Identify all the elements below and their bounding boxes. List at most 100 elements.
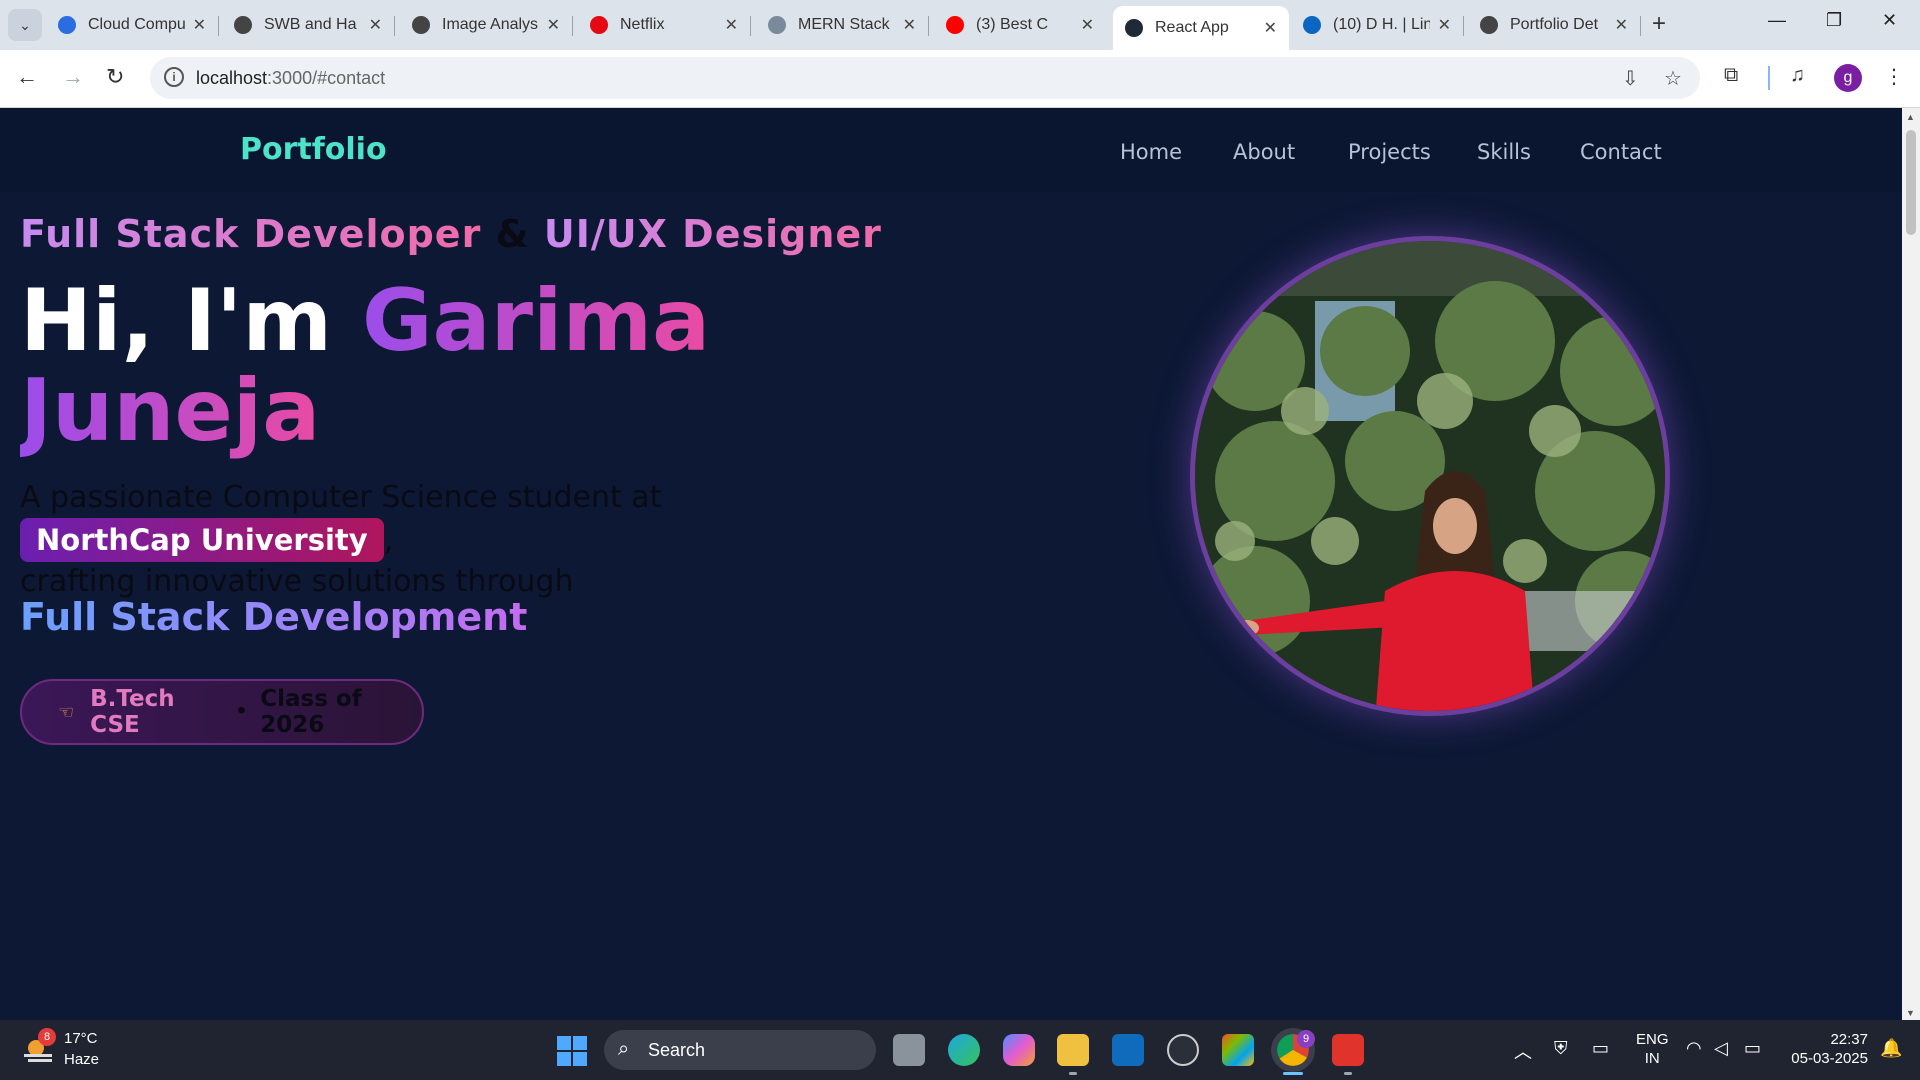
windows-start-icon[interactable]	[557, 1036, 587, 1066]
browser-tab-title: (3) Best C	[976, 16, 1049, 33]
browser-tab[interactable]: SWB and Ha ✕	[222, 6, 395, 44]
badge-class-year: Class of 2026	[260, 686, 362, 738]
weather-temperature[interactable]: 17°C	[64, 1030, 98, 1047]
nav-about[interactable]: About	[1233, 140, 1295, 164]
bookmark-star-icon[interactable]: ☆	[1664, 66, 1682, 91]
taskbar-search[interactable]: ⌕ Search	[604, 1030, 876, 1070]
notifications-bell-icon[interactable]: 🔔	[1880, 1038, 1902, 1059]
pdf-reader-icon[interactable]	[1332, 1034, 1364, 1066]
nav-contact[interactable]: Contact	[1580, 140, 1662, 164]
media-controls-icon[interactable]: ♫	[1790, 64, 1805, 87]
openai-icon	[1480, 16, 1498, 34]
restore-icon[interactable]: ❐	[1826, 10, 1842, 31]
close-tab-icon[interactable]: ✕	[1264, 18, 1277, 38]
browser-tab[interactable]: MERN Stack ✕	[756, 6, 929, 44]
scroll-down-icon[interactable]: ▼	[1906, 1008, 1915, 1018]
close-tab-icon[interactable]: ✕	[1081, 15, 1094, 35]
back-button[interactable]: ←	[16, 64, 38, 90]
minimize-icon[interactable]: —	[1768, 10, 1786, 31]
weather-alert-badge: 8	[38, 1028, 56, 1046]
role-heading: Full Stack Developer & UI/UX Designer	[20, 212, 882, 256]
address-bar[interactable]: i localhost:3000/#contact ⇩ ☆	[150, 57, 1700, 99]
browser-tab[interactable]: Netflix ✕	[578, 6, 751, 44]
browser-tab[interactable]: Portfolio Det ✕	[1468, 6, 1641, 44]
security-shield-icon[interactable]: ⛨	[1554, 1038, 1568, 1059]
s-logo-icon	[58, 16, 76, 34]
close-tab-icon[interactable]: ✕	[547, 15, 560, 35]
browser-tab[interactable]: Cloud Compu ✕	[46, 6, 219, 44]
site-info-icon[interactable]: i	[164, 67, 184, 87]
copilot-icon[interactable]	[1003, 1034, 1035, 1066]
battery-icon[interactable]: ▭	[1744, 1038, 1761, 1059]
wifi-icon[interactable]: ◠	[1686, 1038, 1702, 1059]
forward-button[interactable]: →	[62, 64, 84, 90]
mern-icon	[768, 16, 786, 34]
browser-tab-title: SWB and Ha	[264, 16, 357, 33]
intro-line2: crafting innovative solutions through	[20, 564, 574, 599]
page-scrollbar[interactable]: ▲ ▼	[1902, 108, 1920, 1020]
profile-avatar[interactable]: g	[1834, 64, 1862, 92]
chevron-down-icon: ⌄	[19, 16, 31, 33]
language-code: ENG	[1636, 1031, 1669, 1048]
system-clock[interactable]: 22:37 05-03-2025	[1788, 1030, 1868, 1068]
browser-tab[interactable]: (10) D H. | Lin ✕	[1291, 6, 1464, 44]
new-tab-button[interactable]: +	[1652, 10, 1666, 38]
display-icon[interactable]: ▭	[1592, 1038, 1609, 1059]
search-label: Search	[648, 1040, 706, 1060]
url-text[interactable]: localhost:3000/#contact	[196, 68, 385, 89]
scrollbar-thumb[interactable]	[1906, 130, 1916, 235]
close-tab-icon[interactable]: ✕	[725, 15, 738, 35]
extensions-icon[interactable]: ⧉	[1724, 64, 1738, 87]
close-tab-icon[interactable]: ✕	[1438, 15, 1451, 35]
site-logo[interactable]: Portfolio	[240, 132, 387, 167]
browser-tab-title: Cloud Compu	[88, 16, 185, 33]
close-window-icon[interactable]: ✕	[1882, 10, 1897, 31]
profile-photo-image	[1195, 241, 1665, 711]
education-badge: ☜ B.Tech CSE • Class of 2026	[20, 679, 424, 745]
explorer-running-indicator	[1069, 1072, 1077, 1075]
badge-separator: •	[234, 699, 249, 725]
tab-separator	[928, 16, 929, 36]
close-tab-icon[interactable]: ✕	[369, 15, 382, 35]
weather-condition[interactable]: Haze	[64, 1051, 99, 1068]
microsoft-store-icon[interactable]	[1222, 1034, 1254, 1066]
browser-toolbar: ← → ↻ i localhost:3000/#contact ⇩ ☆ ⧉ ♫ …	[0, 50, 1920, 108]
close-tab-icon[interactable]: ✕	[903, 15, 916, 35]
browser-tab-title: (10) D H. | Lin	[1333, 16, 1430, 33]
openai-icon	[412, 16, 430, 34]
tab-separator	[1463, 16, 1464, 36]
region-code: IN	[1644, 1050, 1660, 1067]
browser-tab-title: MERN Stack	[798, 16, 890, 33]
scroll-up-icon[interactable]: ▲	[1906, 112, 1915, 122]
hero-last-name: Juneja	[20, 361, 321, 461]
toolbar-divider	[1768, 66, 1770, 90]
clock-date: 05-03-2025	[1791, 1050, 1868, 1067]
nav-home[interactable]: Home	[1120, 140, 1182, 164]
chrome-active-indicator	[1283, 1072, 1303, 1075]
tab-search-button[interactable]: ⌄	[8, 9, 42, 41]
more-menu-icon[interactable]: ⋮	[1884, 64, 1904, 89]
nav-projects[interactable]: Projects	[1348, 140, 1431, 164]
reload-button[interactable]: ↻	[106, 64, 124, 90]
browser-tab[interactable]: (3) Best C ✕	[934, 6, 1106, 44]
site-navbar: Portfolio Home About Projects Skills Con…	[0, 108, 1902, 192]
language-indicator[interactable]: ENG IN	[1636, 1030, 1669, 1068]
windows-taskbar: 8 17°C Haze ⌕ Search 9 ︿ ⛨ ▭ ENG IN ◠ ◁ …	[0, 1020, 1920, 1080]
volume-icon[interactable]: ◁	[1714, 1038, 1728, 1059]
close-tab-icon[interactable]: ✕	[1615, 15, 1628, 35]
nav-skills[interactable]: Skills	[1477, 140, 1531, 164]
badge-degree: B.Tech CSE	[90, 686, 175, 738]
browser-tab[interactable]: React App ✕	[1113, 6, 1289, 50]
install-app-icon[interactable]: ⇩	[1622, 66, 1639, 91]
edge-icon[interactable]	[948, 1034, 980, 1066]
task-view-icon[interactable]	[893, 1034, 925, 1066]
outlook-icon[interactable]	[1112, 1034, 1144, 1066]
file-explorer-icon[interactable]	[1057, 1034, 1089, 1066]
pointing-hand-icon: ☜	[58, 701, 75, 723]
show-hidden-icons-chevron-icon[interactable]: ︿	[1514, 1038, 1532, 1064]
dell-icon[interactable]	[1167, 1034, 1199, 1066]
close-tab-icon[interactable]: ✕	[193, 15, 206, 35]
portfolio-page: Portfolio Home About Projects Skills Con…	[0, 108, 1902, 1020]
browser-tab[interactable]: Image Analys ✕	[400, 6, 573, 44]
tab-separator	[572, 16, 573, 36]
